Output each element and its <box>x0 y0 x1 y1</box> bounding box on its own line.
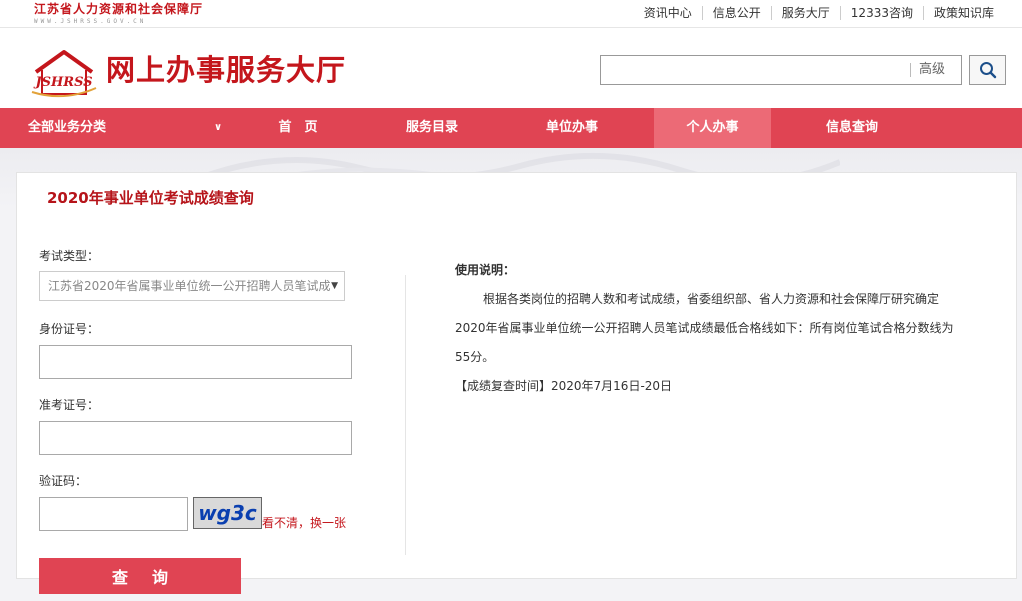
nav-all-categories-label: 全部业务分类 <box>28 120 107 135</box>
query-panel: 2020年事业单位考试成绩查询 考试类型： 江苏省2020年省属事业单位统一公开… <box>16 172 1017 594</box>
search-input[interactable] <box>601 56 909 84</box>
exam-type-selected-value: 江苏省2020年省属事业单位统一公开招聘人员笔试成 <box>48 279 331 293</box>
search-box: 高级 <box>600 55 962 85</box>
exam-type-select[interactable]: 江苏省2020年省属事业单位统一公开招聘人员笔试成 ▼ <box>39 271 345 301</box>
nav-all-categories[interactable]: 全部业务分类 ∨ <box>28 108 228 148</box>
advanced-search-link[interactable]: 高级 <box>919 63 945 77</box>
top-link-info-disclosure[interactable]: 信息公开 <box>701 6 771 20</box>
org-url: WWW.JSHRSS.GOV.CN <box>34 18 147 25</box>
dropdown-arrow-icon: ▼ <box>331 281 338 291</box>
captcha-field[interactable] <box>39 497 188 531</box>
captcha-refresh-link[interactable]: 看不清，换一张 <box>262 516 346 530</box>
query-button[interactable]: 查询 <box>39 558 241 594</box>
id-number-label: 身份证号： <box>39 322 100 336</box>
nav-info-query[interactable]: 信息查询 <box>806 108 898 148</box>
main-nav: 全部业务分类 ∨ 首 页 服务目录 单位办事 个人办事 信息查询 <box>0 108 1022 148</box>
page-title: 2020年事业单位考试成绩查询 <box>47 189 254 207</box>
search-button[interactable] <box>969 55 1006 85</box>
search-icon <box>979 62 996 79</box>
top-link-service-hall[interactable]: 服务大厅 <box>770 6 840 20</box>
top-strip: 江苏省人力资源和社会保障厅 WWW.JSHRSS.GOV.CN 资讯中心 信息公… <box>0 0 1022 28</box>
review-time: 【成绩复查时间】2020年7月16日-20日 <box>455 379 673 393</box>
chevron-down-icon: ∨ <box>214 122 223 133</box>
search-separator <box>910 63 911 77</box>
ticket-number-label: 准考证号： <box>39 398 100 412</box>
nav-unit-affairs[interactable]: 单位办事 <box>526 108 618 148</box>
captcha-image[interactable]: wg3c <box>193 497 262 529</box>
panel-divider <box>405 275 406 555</box>
org-logo-block[interactable]: 江苏省人力资源和社会保障厅 WWW.JSHRSS.GOV.CN <box>34 2 203 26</box>
instructions: 使用说明： 根据各类岗位的招聘人数和考试成绩，省委组织部、省人力资源和社会保障厅… <box>455 256 965 401</box>
instructions-heading: 使用说明： <box>455 263 516 277</box>
id-number-field[interactable] <box>39 345 352 379</box>
captcha-label: 验证码： <box>39 474 88 488</box>
nav-personal-affairs[interactable]: 个人办事 <box>654 108 771 148</box>
ticket-number-field[interactable] <box>39 421 352 455</box>
header: JSHRSS 网上办事服务大厅 高级 <box>0 28 1022 108</box>
exam-type-label: 考试类型： <box>39 249 100 263</box>
top-link-news[interactable]: 资讯中心 <box>634 6 702 20</box>
instructions-body: 根据各类岗位的招聘人数和考试成绩，省委组织部、省人力资源和社会保障厅研究确定20… <box>455 292 954 364</box>
nav-home[interactable]: 首 页 <box>252 108 344 148</box>
top-link-policy-kb[interactable]: 政策知识库 <box>922 6 1004 20</box>
site-title: 网上办事服务大厅 <box>106 53 347 87</box>
jshrss-logo-icon[interactable]: JSHRSS <box>30 48 98 100</box>
org-name: 江苏省人力资源和社会保障厅 <box>34 2 204 16</box>
top-link-12333[interactable]: 12333咨询 <box>839 6 923 20</box>
nav-service-catalog[interactable]: 服务目录 <box>386 108 478 148</box>
top-links: 资讯中心 信息公开 服务大厅 12333咨询 政策知识库 <box>634 6 1004 20</box>
logo-text: JSHRSS <box>32 75 92 90</box>
